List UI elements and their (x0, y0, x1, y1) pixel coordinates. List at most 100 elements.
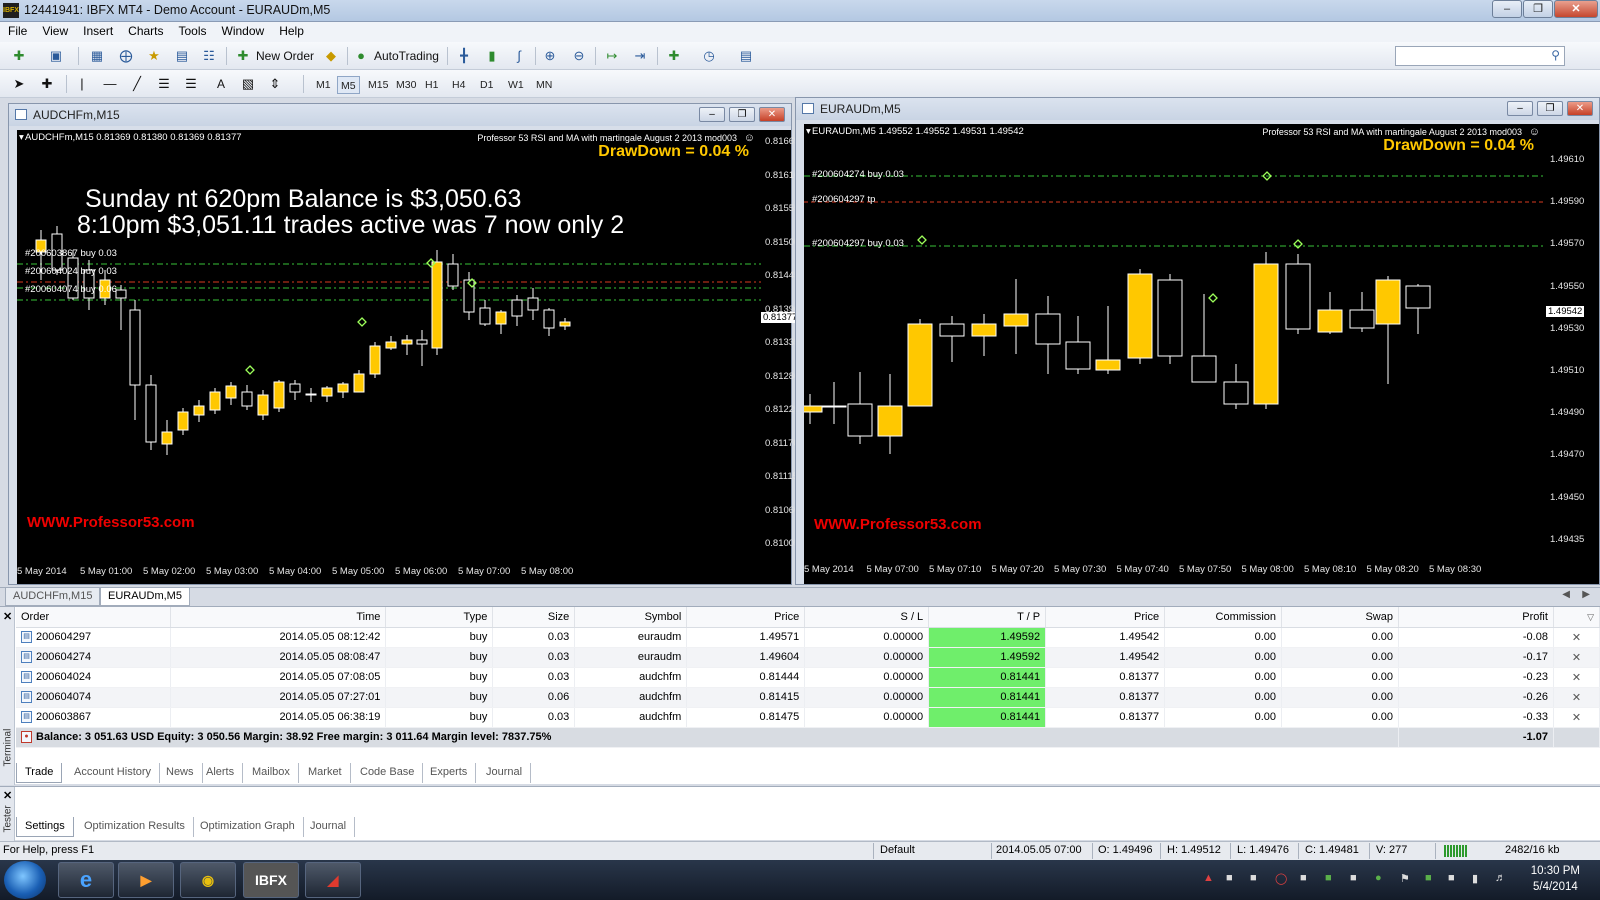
close-order-icon[interactable]: ✕ (1572, 672, 1581, 684)
terminal-tab-market[interactable]: Market (300, 763, 351, 783)
profiles-icon[interactable]: ▣ (47, 47, 65, 65)
bar-chart-icon[interactable]: ╋ (455, 47, 473, 65)
terminal-tab-journal[interactable]: Journal (478, 763, 532, 783)
crosshair-icon[interactable]: ✚ (38, 75, 56, 93)
metaeditor-icon[interactable]: ◆ (322, 47, 340, 65)
table-row[interactable]: ▤ 200604074 2014.05.05 07:27:01 buy 0.06 audc… (16, 687, 1600, 708)
acrobat-tray-icon[interactable]: ▲ (1203, 872, 1214, 884)
column-header[interactable]: Swap (1281, 607, 1399, 628)
text-tool[interactable]: A (217, 74, 225, 94)
chart-minimize-button[interactable]: – (699, 107, 725, 122)
internet-explorer-icon[interactable]: e (58, 862, 114, 898)
chart-maximize-button[interactable]: ❐ (1537, 101, 1563, 116)
action-center-flag-icon[interactable]: ⚑ (1400, 872, 1410, 885)
terminal-tab-experts[interactable]: Experts (422, 763, 477, 783)
sort-icon[interactable]: ▽ (1587, 612, 1594, 622)
tray-icon[interactable]: ● (1375, 872, 1382, 884)
chart-maximize-button[interactable]: ❐ (729, 107, 755, 122)
cursor-icon[interactable]: ➤ (10, 75, 28, 93)
tray-icon[interactable]: ■ (1325, 872, 1332, 884)
new-chart-icon[interactable]: ✚ (10, 47, 28, 65)
close-button[interactable]: ✕ (1554, 0, 1598, 18)
chart-minimize-button[interactable]: – (1507, 101, 1533, 116)
zoom-out-icon[interactable]: ⊖ (570, 47, 588, 65)
tf-h1[interactable]: H1 (422, 76, 441, 94)
vertical-line-icon[interactable]: | (73, 75, 91, 93)
maximize-button[interactable]: ❐ (1523, 0, 1553, 18)
horizontal-line-icon[interactable]: — (101, 75, 119, 93)
terminal-icon[interactable]: ▤ (173, 47, 191, 65)
chart-window-audchf[interactable]: AUDCHFm,M15 – ❐ ✕ AUDCHFm,M15 0.81369 0.… (8, 103, 800, 585)
tf-m5[interactable]: M5 (337, 76, 360, 94)
terminal-close-icon[interactable]: ✕ (3, 610, 12, 623)
channel-icon[interactable]: ☰ (155, 75, 173, 93)
tf-h4[interactable]: H4 (449, 76, 468, 94)
menu-charts[interactable]: Charts (120, 22, 170, 38)
tester-tab-optimization-results[interactable]: Optimization Results (76, 817, 194, 837)
collapse-arrow-icon[interactable]: ▾ (19, 132, 24, 143)
price-chart-euraud[interactable]: EURAUDm,M5 1.49552 1.49552 1.49531 1.495… (804, 124, 1546, 560)
close-order-icon[interactable]: ✕ (1572, 692, 1581, 704)
start-button[interactable] (4, 861, 46, 899)
column-header[interactable]: Price (1045, 607, 1166, 628)
tray-icon[interactable]: ■ (1448, 872, 1455, 884)
tf-d1[interactable]: D1 (477, 76, 496, 94)
minimize-button[interactable]: – (1492, 0, 1522, 18)
taskbar-clock[interactable]: 10:30 PM 5/4/2014 (1531, 863, 1580, 895)
tab-scroll-right-icon[interactable]: ▶ (1582, 589, 1590, 600)
column-header[interactable]: Type (385, 607, 494, 628)
app-taskbar-icon[interactable]: ◢ (305, 862, 361, 898)
close-order-icon[interactable]: ✕ (1572, 652, 1581, 664)
tray-icon[interactable]: ■ (1300, 872, 1307, 884)
network-icon[interactable]: ▮ (1472, 872, 1478, 885)
column-header[interactable]: S / L (804, 607, 930, 628)
chart-shift-icon[interactable]: ⇥ (631, 47, 649, 65)
auto-scroll-icon[interactable]: ↦ (603, 47, 621, 65)
strategy-tester-icon[interactable]: ☷ (200, 47, 218, 65)
terminal-tab-mailbox[interactable]: Mailbox (244, 763, 299, 783)
terminal-tab-code-base[interactable]: Code Base (352, 763, 424, 783)
tray-icon[interactable]: ■ (1226, 872, 1233, 884)
indicators-icon[interactable]: ✚ (665, 47, 683, 65)
data-window-icon[interactable]: ⨁ (117, 47, 135, 65)
line-chart-icon[interactable]: ∫ (510, 47, 528, 65)
periods-icon[interactable]: ◷ (700, 47, 718, 65)
terminal-tab-news[interactable]: News (158, 763, 203, 783)
terminal-tab-alerts[interactable]: Alerts (198, 763, 244, 783)
autotrading-icon[interactable]: ● (352, 47, 370, 65)
column-header[interactable]: Symbol (574, 607, 688, 628)
tab-scroll-left-icon[interactable]: ◀ (1562, 589, 1570, 600)
close-order-icon[interactable]: ✕ (1572, 632, 1581, 644)
tester-tab-settings[interactable]: Settings (16, 817, 74, 837)
search-input[interactable]: ⚲ (1395, 46, 1565, 66)
column-header[interactable]: Profit (1398, 607, 1554, 628)
menu-file[interactable]: File (0, 22, 34, 38)
table-row[interactable]: ▤ 200604024 2014.05.05 07:08:05 buy 0.03 audc… (16, 667, 1600, 688)
balance-row[interactable]: ● Balance: 3 051.63 USD Equity: 3 050.56 … (16, 727, 1600, 748)
tf-m15[interactable]: M15 (365, 76, 391, 94)
chart-close-button[interactable]: ✕ (1567, 101, 1593, 116)
tray-icon[interactable]: ■ (1250, 872, 1257, 884)
chrome-icon[interactable]: ◉ (180, 862, 236, 898)
tester-tab-journal[interactable]: Journal (302, 817, 356, 837)
column-header[interactable]: T / P (928, 607, 1047, 628)
candlesticks-icon[interactable]: ▮ (483, 47, 501, 65)
tester-tab-optimization-graph[interactable]: Optimization Graph (192, 817, 304, 837)
collapse-arrow-icon[interactable]: ▾ (806, 126, 811, 137)
tf-mn[interactable]: MN (533, 76, 555, 94)
close-order-icon[interactable]: ✕ (1572, 712, 1581, 724)
terminal-tab-account-history[interactable]: Account History (66, 763, 161, 783)
tray-icon[interactable]: ■ (1350, 872, 1357, 884)
column-header[interactable]: Commission (1164, 607, 1283, 628)
chart-tab-audchf[interactable]: AUDCHFm,M15 (5, 588, 101, 606)
tf-m1[interactable]: M1 (313, 76, 334, 94)
terminal-tab-trade[interactable]: Trade (16, 763, 63, 783)
menu-tools[interactable]: Tools (171, 22, 214, 38)
zoom-in-icon[interactable]: ⊕ (541, 47, 559, 65)
table-row[interactable]: ▤ 200603867 2014.05.05 06:38:19 buy 0.03 audc… (16, 707, 1600, 728)
fibonacci-icon[interactable]: ☰ (182, 75, 200, 93)
column-header[interactable]: Time (170, 607, 387, 628)
media-player-icon[interactable]: ▶ (118, 862, 174, 898)
table-row[interactable]: ▤ 200604297 2014.05.05 08:12:42 buy 0.03 eura… (16, 627, 1600, 648)
ibfx-taskbar-button[interactable]: IBFX (243, 862, 299, 898)
